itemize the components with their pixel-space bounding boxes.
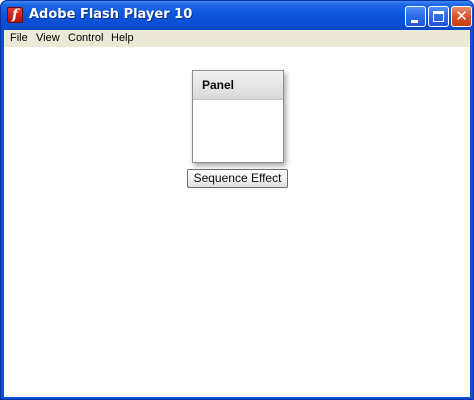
flash-player-window: f Adobe Flash Player 10 ✕ File View Cont… — [0, 0, 474, 400]
panel: Panel — [192, 70, 284, 163]
menu-control[interactable]: Control — [68, 31, 103, 46]
minimize-icon — [411, 20, 418, 23]
minimize-button[interactable] — [405, 6, 426, 27]
window-title: Adobe Flash Player 10 — [29, 7, 193, 22]
panel-header: Panel — [193, 71, 283, 100]
flash-logo-glyph: f — [11, 7, 19, 23]
maximize-button[interactable] — [428, 6, 449, 27]
menu-bar: File View Control Help — [4, 30, 470, 47]
menu-view[interactable]: View — [36, 31, 60, 46]
panel-title: Panel — [202, 78, 235, 92]
menu-help[interactable]: Help — [111, 31, 134, 46]
menu-file[interactable]: File — [10, 31, 28, 46]
flash-stage: Panel Sequence Effect — [4, 47, 470, 397]
close-button[interactable]: ✕ — [451, 6, 472, 27]
sequence-effect-button[interactable]: Sequence Effect — [187, 169, 288, 188]
title-bar[interactable]: f Adobe Flash Player 10 ✕ — [1, 1, 473, 30]
close-icon: ✕ — [455, 7, 468, 25]
flash-player-icon[interactable]: f — [7, 7, 23, 23]
maximize-icon — [433, 11, 444, 22]
